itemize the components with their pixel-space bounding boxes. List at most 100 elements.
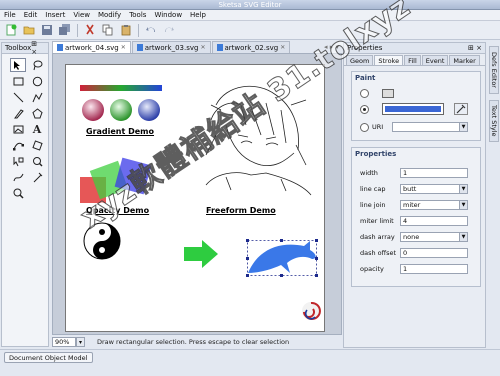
rectangle-tool-icon[interactable]	[10, 74, 26, 88]
line-cap-select[interactable]: butt ▼	[400, 184, 468, 194]
paint-none-radio[interactable]	[360, 89, 369, 98]
close-icon[interactable]: ✕	[121, 44, 126, 51]
line-join-select[interactable]: miter ▼	[400, 200, 468, 210]
menu-file[interactable]: File	[4, 11, 16, 19]
anime-line-art[interactable]	[205, 86, 312, 196]
node-edit-tool-icon[interactable]	[10, 138, 26, 152]
prop-label: line cap	[360, 185, 386, 193]
save-icon[interactable]	[40, 23, 54, 37]
prop-label: opacity	[360, 265, 384, 273]
menu-help[interactable]: Help	[190, 11, 206, 19]
save-all-icon[interactable]	[58, 23, 72, 37]
swirl-logo	[302, 301, 321, 320]
main-toolbar	[0, 21, 500, 40]
miter-limit-field[interactable]: 4	[400, 216, 468, 226]
menu-window[interactable]: Window	[154, 11, 182, 19]
tab-text-style[interactable]: Text Style	[489, 100, 499, 142]
tab-label: artwork_03.svg	[144, 43, 199, 52]
uri-select[interactable]: ▼	[392, 122, 468, 132]
pen-tool-icon[interactable]	[10, 106, 26, 120]
blue-gradient-circle[interactable]	[138, 99, 160, 121]
title-bar: Sketsa SVG Editor	[0, 0, 500, 10]
toolbox-panel: Toolbox ⊞ × A	[1, 40, 49, 347]
tab-event[interactable]: Event	[421, 55, 449, 65]
tab-defs-editor[interactable]: Defs Editor	[489, 46, 499, 94]
polygon-tool-icon[interactable]	[29, 106, 45, 120]
menu-insert[interactable]: Insert	[45, 11, 65, 19]
tab-nav-arrows[interactable]: ◂ ▸ ▾	[324, 41, 342, 53]
properties-panel: Properties ⊞ × Geom Stroke Fill Event Ma…	[343, 42, 486, 348]
chevron-down-icon: ▼	[459, 185, 467, 193]
yin-yang[interactable]	[83, 222, 121, 260]
tab-geom[interactable]: Geom	[346, 55, 374, 65]
tab-artwork-04[interactable]: artwork_04.svg ✕	[52, 41, 131, 53]
new-icon[interactable]	[4, 23, 18, 37]
artwork[interactable]	[66, 65, 324, 331]
panel-controls-icon[interactable]: ⊞ ×	[31, 40, 45, 56]
svg-file-icon	[136, 44, 143, 51]
svg-page[interactable]: Gradient Demo Opacity Demo Freeform Demo	[65, 64, 325, 332]
green-arrow[interactable]	[184, 240, 218, 268]
document-object-model-button[interactable]: Document Object Model	[4, 352, 93, 363]
transform-tool-icon[interactable]	[10, 154, 26, 168]
line-tool-icon[interactable]	[10, 90, 26, 104]
close-icon[interactable]: ✕	[280, 44, 285, 51]
window-title: Sketsa SVG Editor	[218, 1, 282, 9]
opacity-demo-label: Opacity Demo	[86, 206, 150, 215]
red-gradient-circle[interactable]	[82, 99, 104, 121]
svg-file-icon	[57, 44, 63, 51]
properties-section-title: Properties	[355, 150, 397, 158]
canvas-viewport[interactable]: Gradient Demo Opacity Demo Freeform Demo	[52, 53, 342, 335]
prop-row-miter-limit: miter limit 4	[360, 216, 476, 226]
document-area: artwork_04.svg ✕ artwork_03.svg ✕ artwor…	[52, 41, 342, 348]
select-tool-icon[interactable]	[10, 58, 26, 72]
copy-icon[interactable]	[101, 23, 115, 37]
undo-icon[interactable]	[144, 23, 158, 37]
prop-row-dash-offset: dash offset 0	[360, 248, 476, 258]
zoom-region-tool-icon[interactable]	[29, 154, 45, 168]
redo-icon[interactable]	[162, 23, 176, 37]
polyline-tool-icon[interactable]	[29, 90, 45, 104]
tab-label: artwork_02.svg	[224, 43, 279, 52]
paint-type-toggle[interactable]	[382, 89, 394, 98]
eyedropper-icon[interactable]	[454, 103, 468, 115]
open-icon[interactable]	[22, 23, 36, 37]
tab-artwork-03[interactable]: artwork_03.svg ✕	[131, 41, 211, 53]
lasso-tool-icon[interactable]	[29, 58, 45, 72]
tab-marker[interactable]: Marker	[449, 55, 480, 65]
right-dock: Defs Editor Text Style	[488, 42, 500, 348]
paste-icon[interactable]	[119, 23, 133, 37]
menu-edit[interactable]: Edit	[24, 11, 38, 19]
prop-label: width	[360, 169, 378, 177]
freehand-tool-icon[interactable]	[10, 170, 26, 184]
ellipse-tool-icon[interactable]	[29, 74, 45, 88]
tab-stroke[interactable]: Stroke	[374, 55, 404, 65]
dash-offset-field[interactable]: 0	[400, 248, 468, 258]
panel-controls-icon[interactable]: ⊞ ×	[468, 44, 482, 52]
prop-row-width: width 1	[360, 168, 476, 178]
green-gradient-circle[interactable]	[110, 99, 132, 121]
gradient-tool-icon[interactable]	[29, 170, 45, 184]
menu-modify[interactable]: Modify	[98, 11, 121, 19]
tab-artwork-02[interactable]: artwork_02.svg ✕	[211, 41, 291, 53]
cut-icon[interactable]	[83, 23, 97, 37]
chevron-down-icon[interactable]: ▾	[76, 336, 85, 347]
menu-view[interactable]: View	[73, 11, 90, 19]
gradient-bar[interactable]	[80, 85, 162, 91]
select-value: butt	[403, 185, 417, 193]
close-icon[interactable]: ✕	[200, 44, 205, 51]
dolphin[interactable]	[248, 241, 316, 273]
text-tool-icon[interactable]: A	[29, 122, 45, 136]
width-field[interactable]: 1	[400, 168, 468, 178]
paint-color-radio[interactable]	[360, 105, 369, 114]
rotate-tool-icon[interactable]	[29, 138, 45, 152]
zoom-tool-icon[interactable]	[10, 186, 26, 200]
image-tool-icon[interactable]	[10, 122, 26, 136]
stroke-color-swatch[interactable]	[382, 103, 444, 115]
zoom-combo[interactable]: 90%	[52, 336, 76, 347]
dash-array-select[interactable]: none ▼	[400, 232, 468, 242]
paint-uri-radio[interactable]	[360, 123, 369, 132]
opacity-field[interactable]: 1	[400, 264, 468, 274]
tab-fill[interactable]: Fill	[404, 55, 421, 65]
menu-tools[interactable]: Tools	[129, 11, 146, 19]
